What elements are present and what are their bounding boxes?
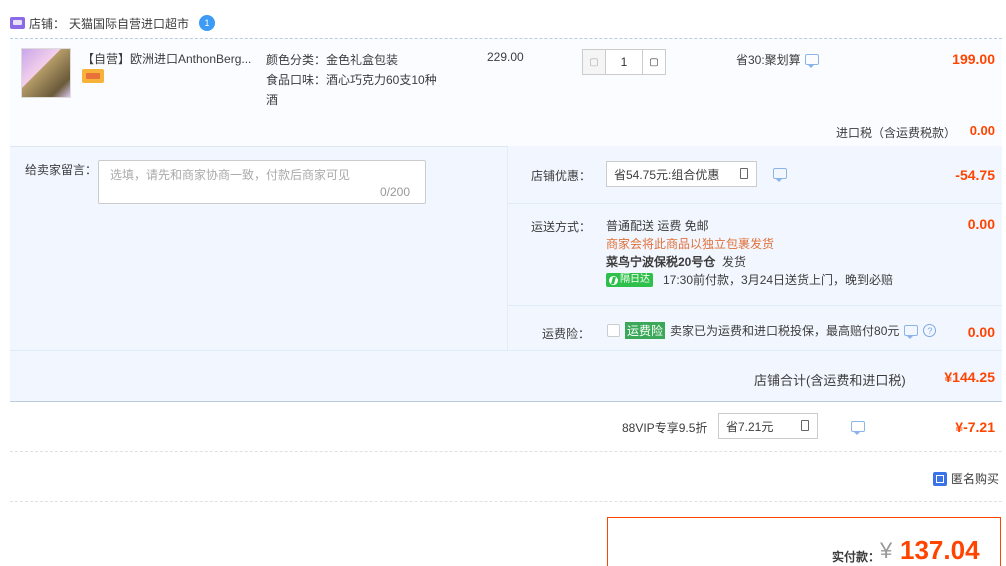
anonymous-checkbox[interactable] [933, 471, 947, 486]
unit-price: 229.00 [487, 50, 524, 64]
shop-discount-selected: 省54.75元:组合优惠 [614, 167, 720, 182]
comment-icon[interactable] [804, 54, 819, 68]
insurance-tag: 运费险 [625, 322, 666, 339]
card-badge-icon [82, 69, 104, 83]
warehouse-name: 菜鸟宁波保税20号仓 [606, 255, 716, 269]
import-tax-value: 0.00 [969, 123, 995, 138]
shop-name[interactable]: 天猫国际自营进口超市 [69, 15, 189, 32]
next-day-tag: 隔日达 [606, 273, 653, 287]
qty-plus-button[interactable]: ▢ [642, 49, 666, 75]
vip-selected: 省7.21元 [726, 419, 774, 434]
shop-label: 店铺： [29, 16, 66, 31]
dropdown-icon [740, 168, 748, 179]
quantity-stepper: ▢ 1 ▢ [582, 49, 666, 75]
product-sku: 颜色分类：金色礼盒包装 食品口味：酒心巧克力60支10种 酒 [266, 50, 466, 110]
payment-currency: ¥ [880, 538, 893, 563]
anonymous-row [10, 452, 1002, 502]
divider [507, 203, 1002, 204]
delivery-label: 运送方式： [531, 220, 592, 234]
message-label: 给卖家留言： [25, 163, 98, 177]
shop-header: 店铺： 天猫国际自营进口超市 1 [10, 14, 216, 32]
product-title[interactable]: 【自营】欧洲进口AnthonBerg... [82, 50, 262, 67]
anonymous-option[interactable]: 匿名购买 [933, 470, 999, 487]
divider [507, 305, 1002, 306]
shop-discount-value: -54.75 [955, 167, 995, 183]
anonymous-label: 匿名购买 [951, 472, 1000, 486]
delivery-method: 普通配送 运费 免邮 [606, 219, 709, 233]
insurance-label: 运费险： [542, 327, 591, 341]
shop-total-value: ¥144.25 [944, 369, 995, 385]
delivery-notice: 商家会将此商品以独立包裹发货 [606, 237, 775, 251]
divider [10, 350, 1002, 351]
comment-icon[interactable] [773, 168, 787, 182]
shop-total-label: 店铺合计(含运费和进口税) [754, 373, 906, 388]
vip-label: 88VIP专享9.5折 [622, 421, 708, 435]
ship-label: 发货 [722, 255, 747, 269]
import-tax-label: 进口税（含运费税款） [836, 126, 957, 140]
shop-icon [10, 17, 25, 29]
comment-icon[interactable] [904, 325, 919, 339]
chat-icon[interactable]: 1 [199, 15, 216, 31]
vip-value: ¥-7.21 [955, 419, 995, 435]
vip-select[interactable]: 省7.21元 [718, 413, 818, 439]
shop-discount-select[interactable]: 省54.75元:组合优惠 [606, 161, 757, 187]
promo-text: 省30:聚划算 [736, 53, 801, 67]
payment-amount: 137.04 [900, 535, 980, 565]
product-thumbnail[interactable] [21, 48, 71, 98]
payment-label: 实付款： [832, 550, 881, 564]
insurance-text: 卖家已为运费和进口税投保，最高赔付80元 [670, 324, 900, 338]
sku-color: 颜色分类：金色礼盒包装 [266, 53, 399, 67]
bolt-icon [609, 275, 618, 285]
message-placeholder: 选填，请先和商家协商一致，付款后商家可见 [110, 168, 351, 182]
next-day-label: 隔日达 [620, 274, 650, 285]
message-count: 0/200 [380, 185, 411, 199]
dropdown-icon [801, 420, 809, 431]
insurance-info: 运费险 卖家已为运费和进口税投保，最高赔付80元 ? [607, 322, 937, 339]
qty-minus-button[interactable]: ▢ [582, 49, 606, 75]
qty-input[interactable]: 1 [606, 49, 642, 75]
delivery-value: 0.00 [967, 216, 995, 232]
delivery-eta: 17:30前付款，3月24日送货上门，晚到必赔 [663, 273, 894, 287]
insurance-checkbox[interactable] [607, 324, 620, 337]
delivery-info: 普通配送 运费 免邮 商家会将此商品以独立包裹发货 菜鸟宁波保税20号仓 发货 … [606, 217, 893, 289]
sku-taste: 食品口味：酒心巧克力60支10种 [266, 73, 437, 87]
item-promo: 省30:聚划算 [736, 51, 819, 68]
sku-taste-cont: 酒 [266, 93, 279, 107]
comment-icon[interactable] [851, 421, 866, 435]
insurance-value: 0.00 [967, 324, 995, 340]
shop-discount-label: 店铺优惠： [531, 169, 592, 183]
item-total: 199.00 [952, 51, 995, 67]
